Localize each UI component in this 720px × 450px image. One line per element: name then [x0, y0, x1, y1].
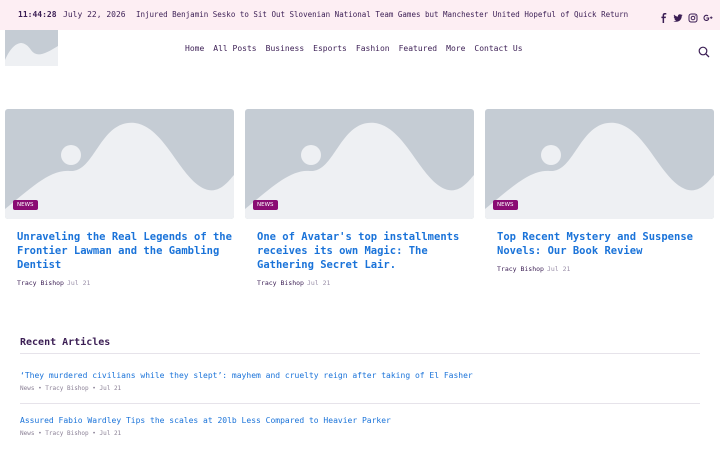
nav-item-featured[interactable]: Featured [399, 44, 438, 53]
clock-time: 11:44:28 [18, 10, 57, 19]
instagram-icon[interactable] [688, 8, 700, 23]
section-divider [20, 353, 700, 354]
card-meta: Tracy Bishop Jul 21 [497, 265, 570, 273]
article-category[interactable]: News [20, 385, 34, 392]
recent-articles-heading: Recent Articles [20, 337, 111, 348]
category-badge[interactable]: NEWS [13, 200, 38, 210]
google-plus-icon[interactable] [703, 8, 715, 21]
card-author[interactable]: Tracy Bishop [497, 265, 544, 273]
card-date: Jul 21 [306, 279, 331, 287]
card-title[interactable]: Top Recent Mystery and Suspense Novels: … [497, 230, 712, 258]
featured-card[interactable]: NEWS One of Avatar's top installments re… [245, 109, 474, 287]
article-title[interactable]: ‘They murdered civilians while they slep… [20, 371, 473, 380]
article-meta: News • Tracy Bishop • Jul 21 [20, 430, 122, 437]
article-author[interactable]: Tracy Bishop [45, 430, 88, 437]
card-date: Jul 21 [66, 279, 91, 287]
site-logo[interactable] [5, 30, 58, 66]
nav-item-fashion[interactable]: Fashion [356, 44, 390, 53]
card-image-placeholder[interactable]: NEWS [5, 109, 234, 219]
nav-item-home[interactable]: Home [185, 44, 204, 53]
card-title[interactable]: Unraveling the Real Legends of the Front… [17, 230, 232, 272]
category-badge[interactable]: NEWS [493, 200, 518, 210]
main-nav: Home All Posts Business Esports Fashion … [185, 44, 532, 53]
card-meta: Tracy Bishop Jul 21 [17, 279, 90, 287]
article-meta: News • Tracy Bishop • Jul 21 [20, 385, 122, 392]
list-item: ‘They murdered civilians while they slep… [20, 371, 473, 392]
row-divider [20, 403, 700, 404]
nav-item-contact-us[interactable]: Contact Us [474, 44, 522, 53]
category-badge[interactable]: NEWS [253, 200, 278, 210]
nav-item-all-posts[interactable]: All Posts [213, 44, 256, 53]
twitter-icon[interactable] [673, 8, 685, 22]
card-meta: Tracy Bishop Jul 21 [257, 279, 330, 287]
top-bar: 11:44:28 July 22, 2026 Injured Benjamin … [0, 0, 720, 30]
card-author[interactable]: Tracy Bishop [17, 279, 64, 287]
featured-card[interactable]: NEWS Top Recent Mystery and Suspense Nov… [485, 109, 714, 273]
nav-item-more[interactable]: More [446, 44, 465, 53]
card-date: Jul 21 [546, 265, 571, 273]
article-date: Jul 21 [99, 385, 122, 392]
current-date: July 22, 2026 [63, 10, 126, 19]
card-author[interactable]: Tracy Bishop [257, 279, 304, 287]
card-title[interactable]: One of Avatar's top installments receive… [257, 230, 472, 272]
nav-item-business[interactable]: Business [266, 44, 305, 53]
card-image-placeholder[interactable]: NEWS [245, 109, 474, 219]
facebook-icon[interactable] [659, 8, 671, 23]
card-image-placeholder[interactable]: NEWS [485, 109, 714, 219]
article-date: Jul 21 [99, 430, 122, 437]
search-icon[interactable] [698, 43, 710, 58]
article-author[interactable]: Tracy Bishop [45, 385, 88, 392]
article-title[interactable]: Assured Fabio Wardley Tips the scales at… [20, 416, 391, 425]
article-category[interactable]: News [20, 430, 34, 437]
list-item: Assured Fabio Wardley Tips the scales at… [20, 416, 391, 437]
news-ticker[interactable]: Injured Benjamin Sesko to Sit Out Sloven… [136, 10, 628, 19]
featured-card[interactable]: NEWS Unraveling the Real Legends of the … [5, 109, 234, 287]
nav-item-esports[interactable]: Esports [313, 44, 347, 53]
